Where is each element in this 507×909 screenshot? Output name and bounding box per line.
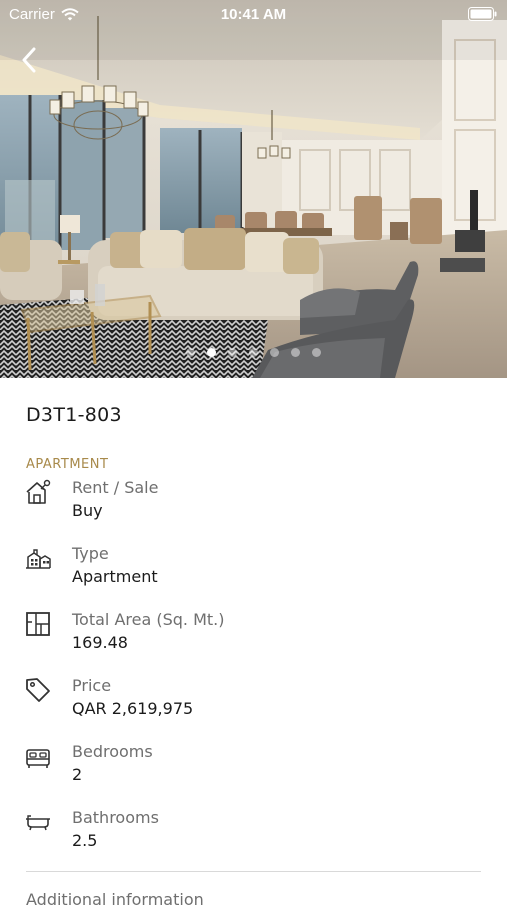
detail-value: QAR 2,619,975 xyxy=(72,699,194,718)
chevron-left-icon xyxy=(22,47,36,73)
floor-plan-icon xyxy=(26,612,50,636)
detail-label: Rent / Sale xyxy=(72,478,159,497)
detail-label: Bedrooms xyxy=(72,742,153,761)
house-key-icon xyxy=(26,479,51,504)
detail-row-type: Type Apartment xyxy=(0,544,507,594)
detail-value: 2.5 xyxy=(72,831,98,850)
detail-label: Price xyxy=(72,676,112,695)
detail-label: Bathrooms xyxy=(72,808,159,827)
detail-label: Type xyxy=(72,544,109,563)
gallery-page-dot[interactable] xyxy=(207,348,216,357)
gallery-page-dot[interactable] xyxy=(270,348,279,357)
gallery-page-dot[interactable] xyxy=(228,348,237,357)
status-time: 10:41 AM xyxy=(220,6,287,23)
section-divider xyxy=(26,871,481,872)
detail-row-bedrooms: Bedrooms 2 xyxy=(0,742,507,792)
detail-row-price: Price QAR 2,619,975 xyxy=(0,676,507,726)
property-category: APARTMENT xyxy=(26,457,109,472)
status-bar: Carrier 10:41 AM xyxy=(0,0,507,28)
unit-title: D3T1-803 xyxy=(26,404,122,426)
bathtub-icon xyxy=(26,815,50,831)
gallery-page-dot[interactable] xyxy=(291,348,300,357)
detail-row-rent-sale: Rent / Sale Buy xyxy=(0,478,507,528)
back-button[interactable] xyxy=(14,44,44,76)
gallery-page-indicator[interactable] xyxy=(0,348,507,360)
detail-row-total-area: Total Area (Sq. Mt.) 169.48 xyxy=(0,610,507,660)
price-tag-icon xyxy=(26,678,50,702)
bed-icon xyxy=(26,749,50,768)
property-photo-gallery[interactable]: Carrier 10:41 AM xyxy=(0,0,507,378)
gallery-page-dot[interactable] xyxy=(312,348,321,357)
detail-value: 169.48 xyxy=(72,633,128,652)
buildings-icon xyxy=(26,549,51,569)
gallery-page-dot[interactable] xyxy=(249,348,258,357)
detail-value: Buy xyxy=(72,501,103,520)
gallery-page-dot[interactable] xyxy=(186,348,195,357)
living-room-photo xyxy=(0,0,507,378)
detail-value: Apartment xyxy=(72,567,158,586)
battery-icon xyxy=(468,7,498,21)
detail-label: Total Area (Sq. Mt.) xyxy=(72,610,225,629)
detail-row-bathrooms: Bathrooms 2.5 xyxy=(0,808,507,858)
detail-value: 2 xyxy=(72,765,83,784)
